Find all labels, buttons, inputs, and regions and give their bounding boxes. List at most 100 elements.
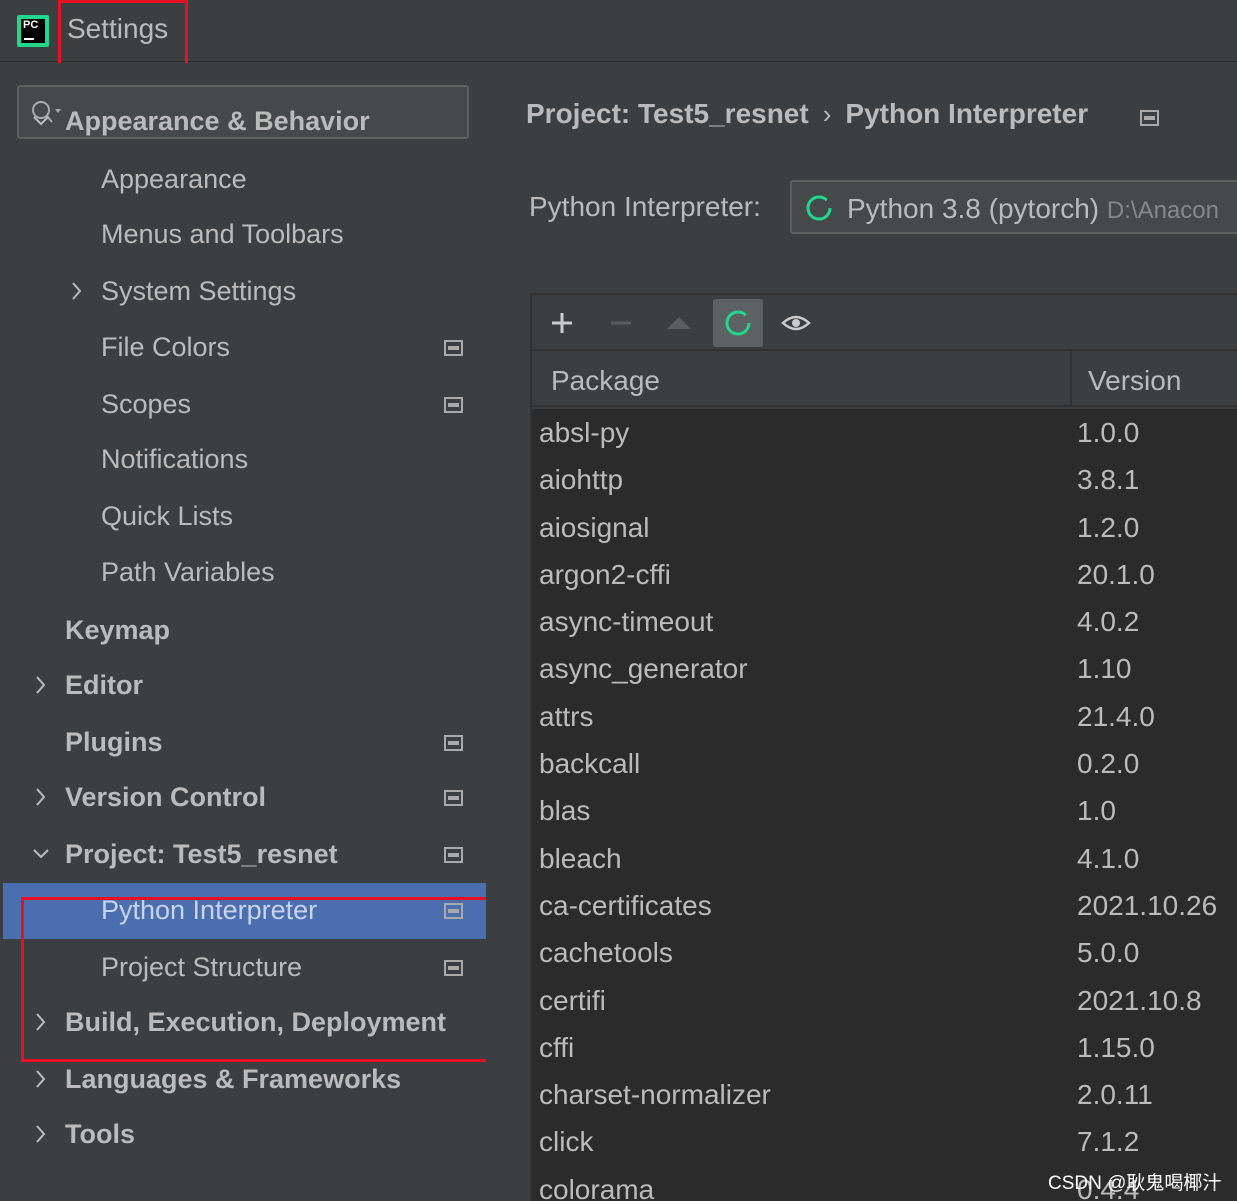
sidebar-item-editor[interactable]: Editor <box>3 658 486 714</box>
sidebar-item-label: Appearance <box>101 164 247 194</box>
table-row[interactable]: bleach 4.1.0 <box>532 835 1237 882</box>
sidebar-item-label: Project Structure <box>101 952 303 982</box>
package-name-cell: blas <box>539 795 591 827</box>
sidebar-item-label: Appearance & Behavior <box>65 106 370 136</box>
interpreter-select[interactable]: Python 3.8 (pytorch) D:\Anacon <box>790 180 1237 234</box>
package-name-cell: cachetools <box>539 937 673 969</box>
table-row[interactable]: aiohttp 3.8.1 <box>532 456 1237 503</box>
table-row[interactable]: ca-certificates 2021.10.26 <box>532 882 1237 929</box>
chevron-right-icon[interactable] <box>31 784 51 810</box>
table-row[interactable]: attrs 21.4.0 <box>532 693 1237 740</box>
add-icon <box>552 313 572 333</box>
package-version-cell: 1.0 <box>1077 795 1116 827</box>
sidebar-item-build-execution-deployment[interactable]: Build, Execution, Deployment <box>3 995 486 1051</box>
sidebar-item-project-structure[interactable]: Project Structure <box>3 940 486 996</box>
sidebar-item-tools[interactable]: Tools <box>3 1107 486 1163</box>
chevron-right-icon[interactable] <box>67 278 87 304</box>
column-header-package[interactable]: Package <box>551 365 660 397</box>
sidebar-item-label: Editor <box>65 670 143 700</box>
sidebar-item-version-control[interactable]: Version Control <box>3 770 486 826</box>
conda-toggle-button[interactable] <box>713 299 763 347</box>
chevron-right-icon[interactable] <box>31 1066 51 1092</box>
package-name-cell: click <box>539 1126 594 1158</box>
sidebar-item-file-colors[interactable]: File Colors <box>3 320 486 376</box>
sidebar-item-keymap[interactable]: Keymap <box>3 603 486 659</box>
project-scope-icon <box>444 903 463 919</box>
project-scope-icon <box>444 340 463 356</box>
interpreter-name: Python 3.8 (pytorch) <box>847 193 1100 224</box>
chevron-right-icon[interactable] <box>31 672 51 698</box>
package-name-cell: argon2-cffi <box>539 558 671 590</box>
package-name-cell: aiosignal <box>539 511 650 543</box>
table-row[interactable]: click 7.1.2 <box>532 1118 1237 1165</box>
table-row[interactable]: argon2-cffi 20.1.0 <box>532 551 1237 598</box>
upgrade-package-button[interactable] <box>654 299 704 347</box>
sidebar-item-label: Plugins <box>65 727 163 757</box>
table-row[interactable]: async_generator 1.10 <box>532 645 1237 692</box>
sidebar-item-label: Path Variables <box>101 557 275 587</box>
breadcrumb-project[interactable]: Project: Test5_resnet <box>526 98 809 129</box>
settings-sidebar: Appearance & Behavior Appearance Menus and… <box>3 63 486 1201</box>
package-version-cell: 7.1.2 <box>1077 1126 1140 1158</box>
package-name-cell: ca-certificates <box>539 889 712 921</box>
breadcrumb: Project: Test5_resnet › Python Interpreter <box>526 98 1088 130</box>
chevron-down-icon[interactable] <box>31 841 51 867</box>
table-row[interactable]: charset-normalizer 2.0.11 <box>532 1071 1237 1118</box>
sidebar-item-system-settings[interactable]: System Settings <box>3 264 486 320</box>
project-scope-icon <box>444 735 463 751</box>
sidebar-item-notifications[interactable]: Notifications <box>3 432 486 488</box>
sidebar-item-label: Tools <box>65 1119 135 1149</box>
chevron-down-icon[interactable] <box>31 108 51 134</box>
sidebar-item-label: System Settings <box>101 276 297 306</box>
column-separator[interactable] <box>1070 351 1072 407</box>
package-version-cell: 1.15.0 <box>1077 1031 1155 1063</box>
watermark: CSDN @耿鬼喝椰汁 <box>1048 1173 1222 1194</box>
sidebar-item-path-variables[interactable]: Path Variables <box>3 545 486 601</box>
sidebar-item-appearance-behavior[interactable]: Appearance & Behavior <box>3 94 486 150</box>
chevron-right-icon[interactable] <box>31 1121 51 1147</box>
eye-icon <box>781 315 811 331</box>
column-header-version[interactable]: Version <box>1088 365 1181 397</box>
package-version-cell: 4.1.0 <box>1077 842 1140 874</box>
package-version-cell: 21.4.0 <box>1077 700 1155 732</box>
uninstall-package-button[interactable] <box>596 299 646 347</box>
packages-table-body: absl-py 1.0.0 aiohttp 3.8.1 aiosignal 1.2.0 ar… <box>532 409 1237 1201</box>
table-row[interactable]: certifi 2021.10.8 <box>532 977 1237 1024</box>
package-version-cell: 2021.10.8 <box>1077 984 1202 1016</box>
sidebar-item-python-interpreter[interactable]: Python Interpreter <box>3 883 486 939</box>
table-row[interactable]: absl-py 1.0.0 <box>532 409 1237 456</box>
sidebar-item-label: Quick Lists <box>101 501 234 531</box>
package-version-cell: 5.0.0 <box>1077 937 1140 969</box>
breadcrumb-page: Python Interpreter <box>845 98 1089 129</box>
sidebar-item-languages-frameworks[interactable]: Languages & Frameworks <box>3 1052 486 1108</box>
sidebar-item-menus-and-toolbars[interactable]: Menus and Toolbars <box>3 207 486 263</box>
sidebar-item-appearance[interactable]: Appearance <box>3 152 486 208</box>
sidebar-item-label: Scopes <box>101 389 192 419</box>
sidebar-item-plugins[interactable]: Plugins <box>3 715 486 771</box>
table-row[interactable]: blas 1.0 <box>532 787 1237 834</box>
table-row[interactable]: backcall 0.2.0 <box>532 740 1237 787</box>
table-row[interactable]: async-timeout 4.0.2 <box>532 598 1237 645</box>
install-package-button[interactable] <box>537 299 587 347</box>
sidebar-item-label: Python Interpreter <box>101 895 318 925</box>
sidebar-item-label: Notifications <box>101 444 249 474</box>
package-version-cell: 1.2.0 <box>1077 511 1140 543</box>
sidebar-item-project-test5-resnet[interactable]: Project: Test5_resnet <box>3 827 486 883</box>
table-row[interactable]: cachetools 5.0.0 <box>532 929 1237 976</box>
project-scope-icon <box>444 790 463 806</box>
interpreter-path: D:\Anacon <box>1106 197 1219 224</box>
chevron-right-icon[interactable] <box>31 1009 51 1035</box>
sidebar-item-scopes[interactable]: Scopes <box>3 377 486 433</box>
sidebar-item-quick-lists[interactable]: Quick Lists <box>3 489 486 545</box>
package-name-cell: bleach <box>539 842 622 874</box>
sidebar-item-label: Build, Execution, Deployment <box>65 1007 447 1037</box>
table-row[interactable]: cffi 1.15.0 <box>532 1024 1237 1071</box>
main-panel: Project: Test5_resnet › Python Interpreter… <box>486 63 1237 1201</box>
table-row[interactable]: aiosignal 1.2.0 <box>532 504 1237 551</box>
packages-toolbar <box>532 295 1237 351</box>
show-early-releases-button[interactable] <box>771 299 821 347</box>
sidebar-item-label: Version Control <box>65 782 267 812</box>
sidebar-item-label: Menus and Toolbars <box>101 219 344 249</box>
sidebar-item-label: Keymap <box>65 615 171 645</box>
package-version-cell: 20.1.0 <box>1077 558 1155 590</box>
